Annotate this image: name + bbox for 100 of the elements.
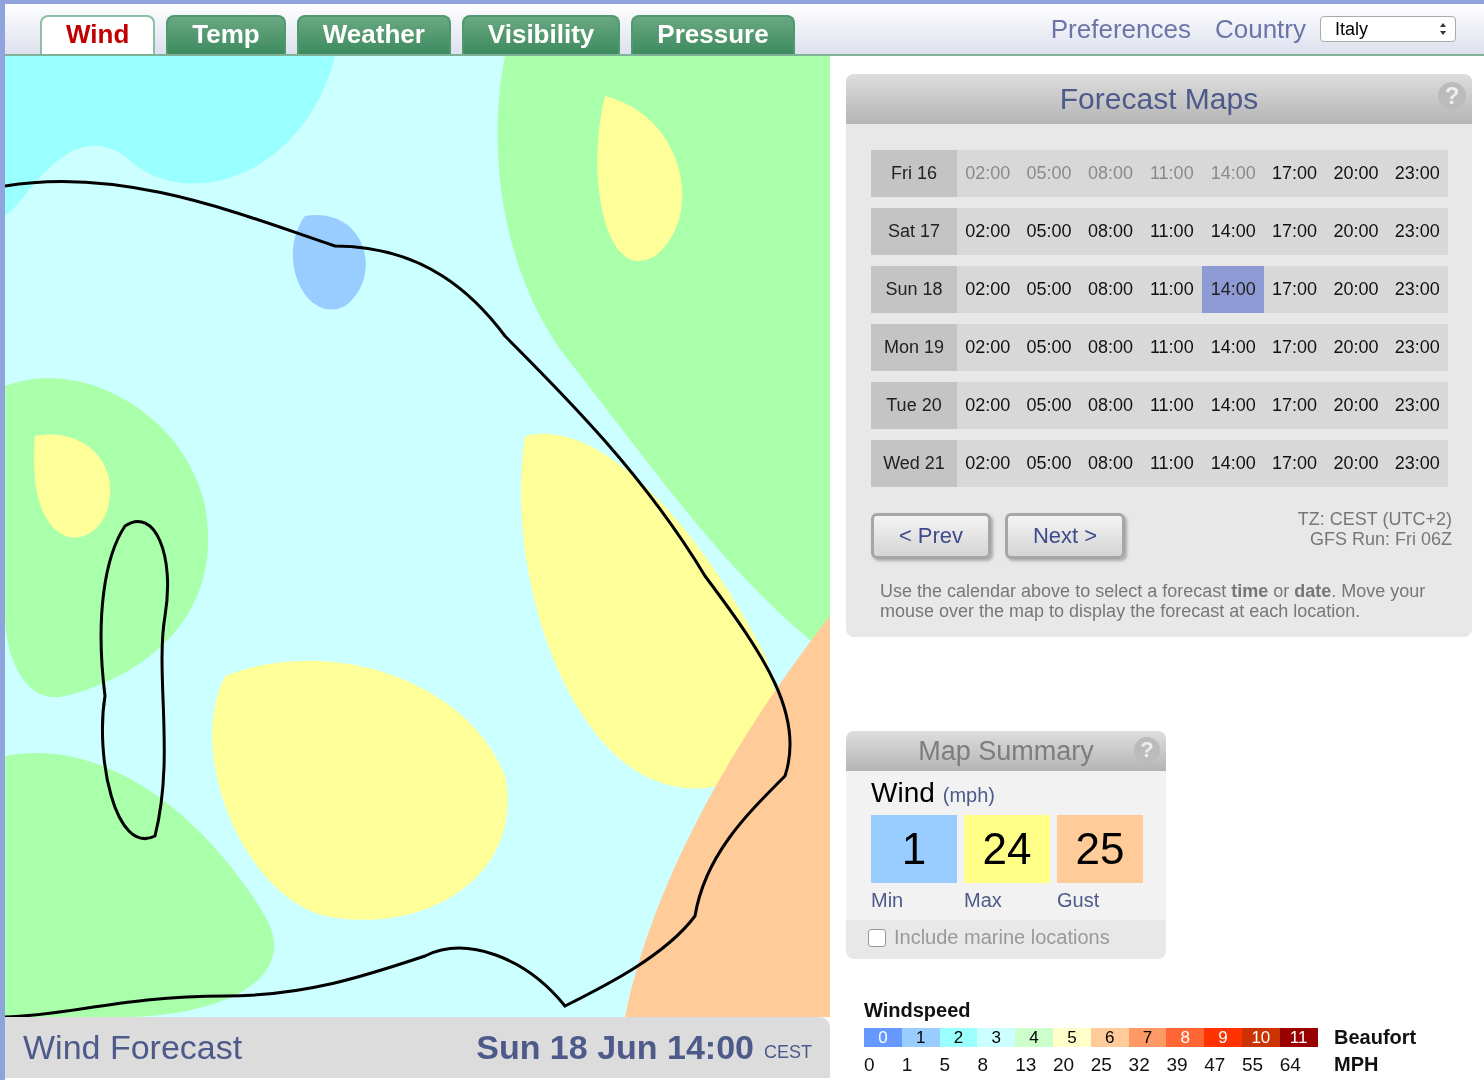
country-select[interactable]: Italy <box>1320 16 1456 42</box>
legend-swatch: 0 <box>864 1028 902 1047</box>
day-label: Wed 21 <box>871 440 957 487</box>
forecast-time: Sun 18 Jun 14:00 <box>476 1028 754 1067</box>
time-slot[interactable]: 14:00 <box>1202 208 1264 255</box>
country-label: Country <box>1214 13 1306 45</box>
time-slot[interactable]: 05:00 <box>1018 382 1080 429</box>
panel-title: Map Summary <box>918 735 1094 767</box>
time-slot[interactable]: 20:00 <box>1325 440 1387 487</box>
time-slot[interactable]: 20:00 <box>1325 324 1387 371</box>
time-slot[interactable]: 05:00 <box>1018 266 1080 313</box>
time-slot[interactable]: 02:00 <box>957 208 1019 255</box>
day-label: Fri 16 <box>871 150 957 197</box>
speed-tick: 32 <box>1128 1053 1151 1076</box>
speed-tick: 13 <box>1015 1053 1038 1076</box>
time-slot[interactable]: 02:00 <box>957 382 1019 429</box>
day-label: Mon 19 <box>871 324 957 371</box>
time-slot[interactable]: 17:00 <box>1263 266 1326 313</box>
time-slot[interactable]: 14:00 <box>1202 440 1264 487</box>
timezone-info: TZ: CEST (UTC+2) <box>1297 509 1452 529</box>
time-slot[interactable]: 08:00 <box>1079 324 1142 371</box>
day-label: Tue 20 <box>871 382 957 429</box>
time-slot[interactable]: 08:00 <box>1079 266 1142 313</box>
next-button[interactable]: Next > <box>1005 513 1125 559</box>
time-slot[interactable]: 17:00 <box>1263 150 1326 197</box>
legend-swatch: 2 <box>939 1028 978 1047</box>
stat-label: Gust <box>1057 889 1101 912</box>
time-slot[interactable]: 17:00 <box>1263 208 1326 255</box>
time-slot: 14:00 <box>1202 150 1264 197</box>
time-slot[interactable]: 05:00 <box>1018 440 1080 487</box>
time-slot[interactable]: 11:00 <box>1141 324 1203 371</box>
time-slot[interactable]: 08:00 <box>1079 208 1142 255</box>
time-slot[interactable]: 17:00 <box>1263 440 1326 487</box>
speed-tick: 8 <box>977 1053 989 1076</box>
speed-tick: 1 <box>901 1053 914 1076</box>
time-slot[interactable]: 23:00 <box>1386 382 1448 429</box>
time-slot[interactable]: 11:00 <box>1141 382 1203 429</box>
tab[interactable]: Wind <box>40 15 156 54</box>
panel-title: Forecast Maps <box>1059 82 1259 116</box>
time-slot[interactable]: 02:00 <box>957 266 1019 313</box>
legend-swatch: 8 <box>1166 1028 1205 1047</box>
day-label: Sat 17 <box>871 208 957 255</box>
time-slot[interactable]: 11:00 <box>1141 266 1203 313</box>
prev-button[interactable]: < Prev <box>871 513 991 559</box>
legend-swatch: 11 <box>1279 1028 1318 1047</box>
time-slot: 11:00 <box>1141 150 1203 197</box>
map-title: Wind Forecast <box>23 1028 244 1067</box>
time-slot[interactable]: 11:00 <box>1141 208 1203 255</box>
legend-swatch: 6 <box>1090 1028 1129 1047</box>
time-slot[interactable]: 11:00 <box>1141 440 1203 487</box>
time-slot[interactable]: 17:00 <box>1263 382 1326 429</box>
timezone-label: CEST <box>764 1042 812 1063</box>
time-slot[interactable]: 14:00 <box>1202 382 1264 429</box>
time-slot[interactable]: 02:00 <box>957 324 1019 371</box>
preferences-link[interactable]: Preferences <box>1050 13 1191 45</box>
scale-label: Beaufort <box>1334 1026 1417 1049</box>
time-slot[interactable]: 20:00 <box>1325 266 1387 313</box>
time-slot[interactable]: 08:00 <box>1079 440 1142 487</box>
speed-tick: 64 <box>1279 1053 1302 1076</box>
stat-value: 24 <box>964 815 1050 883</box>
time-slot[interactable]: 23:00 <box>1386 150 1448 197</box>
legend-swatch: 1 <box>901 1028 940 1047</box>
time-slot: 08:00 <box>1079 150 1142 197</box>
time-slot[interactable]: 02:00 <box>957 440 1019 487</box>
unit-label: (mph) <box>942 784 996 807</box>
stat-label: Min <box>871 889 905 912</box>
time-slot[interactable]: 23:00 <box>1386 208 1448 255</box>
checkbox[interactable] <box>868 928 886 947</box>
time-slot: 02:00 <box>957 150 1019 197</box>
time-slot[interactable]: 20:00 <box>1325 208 1387 255</box>
day-label: Sun 18 <box>871 266 957 313</box>
speed-tick: 5 <box>939 1053 952 1076</box>
speed-tick: 47 <box>1204 1053 1227 1076</box>
measure-label: Wind <box>871 777 935 809</box>
time-slot[interactable]: 14:00 <box>1202 324 1264 371</box>
model-run-info: GFS Run: Fri 06Z <box>1309 529 1452 549</box>
legend-swatch: 4 <box>1015 1028 1053 1047</box>
time-slot[interactable]: 23:00 <box>1386 324 1448 371</box>
stat-value: 25 <box>1057 815 1143 883</box>
legend-swatch: 10 <box>1241 1028 1280 1047</box>
time-slot[interactable]: 08:00 <box>1079 382 1142 429</box>
time-slot[interactable]: 23:00 <box>1386 440 1448 487</box>
stat-label: Max <box>964 889 1003 912</box>
time-slot[interactable]: 23:00 <box>1386 266 1448 313</box>
legend-swatch: 9 <box>1204 1028 1242 1047</box>
time-slot[interactable]: 05:00 <box>1018 208 1080 255</box>
time-slot[interactable]: 14:00 <box>1202 266 1264 313</box>
unit-label: MPH <box>1334 1053 1379 1076</box>
time-slot[interactable]: 05:00 <box>1018 324 1080 371</box>
time-slot[interactable]: 17:00 <box>1263 324 1326 371</box>
time-slot[interactable]: 20:00 <box>1325 150 1387 197</box>
time-slot[interactable]: 20:00 <box>1325 382 1387 429</box>
stat-value: 1 <box>871 815 957 883</box>
legend-swatch: 7 <box>1128 1028 1167 1047</box>
speed-tick: 0 <box>864 1053 876 1076</box>
speed-tick: 25 <box>1090 1053 1113 1076</box>
speed-tick: 20 <box>1053 1053 1076 1076</box>
legend-swatch: 5 <box>1053 1028 1091 1047</box>
time-slot: 05:00 <box>1018 150 1080 197</box>
legend-title: Windspeed <box>864 999 972 1022</box>
